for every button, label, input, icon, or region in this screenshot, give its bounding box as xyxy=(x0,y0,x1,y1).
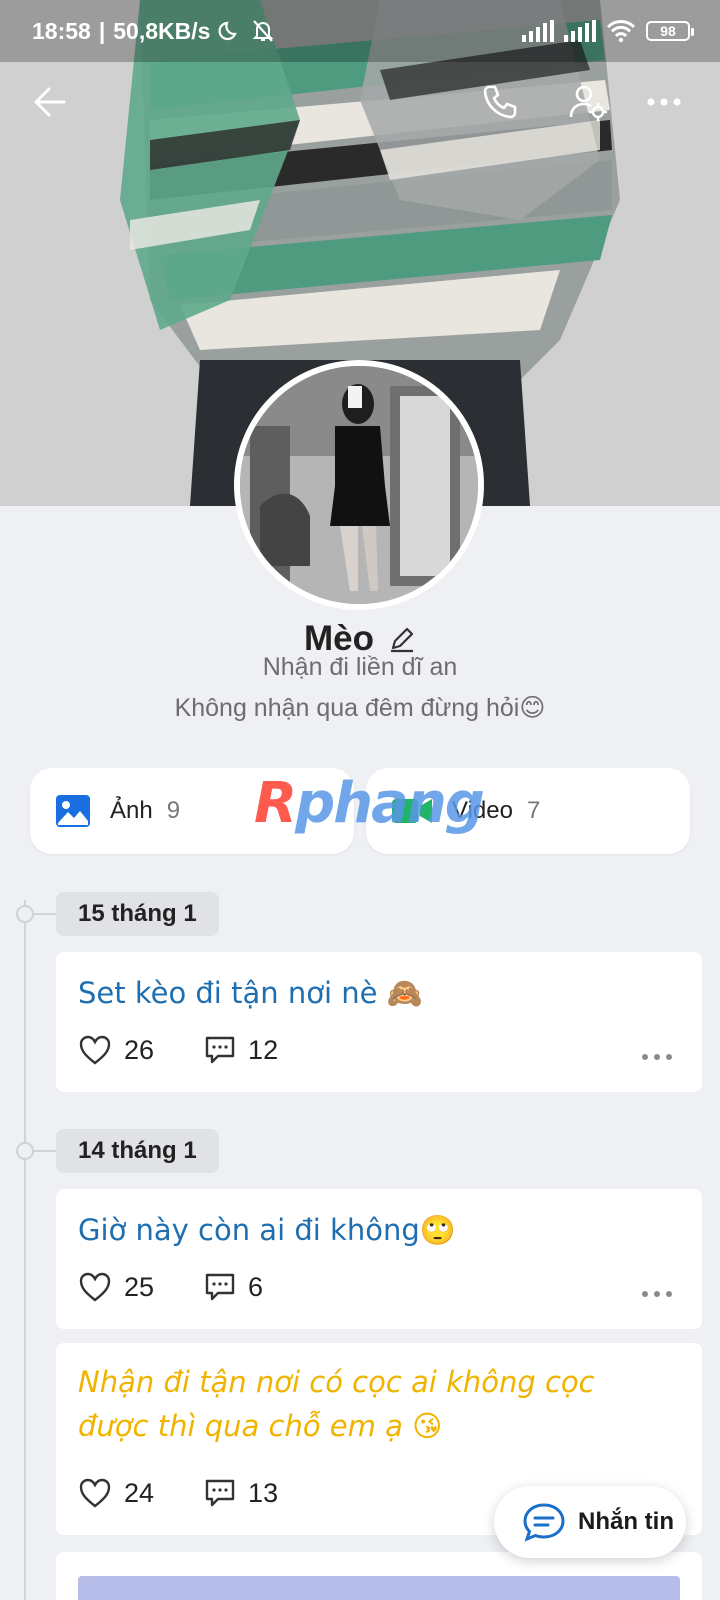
comment-count: 12 xyxy=(248,1034,279,1065)
message-button[interactable]: Nhắn tin xyxy=(494,1486,686,1558)
post-more-button[interactable] xyxy=(642,1054,672,1060)
top-navigation xyxy=(0,74,720,138)
status-time: 18:58 xyxy=(32,17,91,44)
status-bar: 18:58 | 50,8KB/s 98 xyxy=(0,0,720,62)
avatar-image xyxy=(240,366,478,604)
timeline-dot xyxy=(16,905,34,923)
comment-icon xyxy=(205,1479,235,1507)
chat-bubble-icon xyxy=(523,1503,565,1542)
photos-label: Ảnh xyxy=(110,797,153,824)
watermark-logo: R phang xyxy=(254,768,485,838)
heart-icon xyxy=(79,1035,111,1065)
like-count: 24 xyxy=(124,1477,155,1508)
comment-button[interactable]: 12 xyxy=(204,1035,278,1066)
post-card-partial[interactable] xyxy=(56,1552,702,1600)
post-card[interactable]: Set kèo đi tận nơi nè 🙈 26 12 xyxy=(56,952,702,1092)
call-button[interactable] xyxy=(472,74,528,130)
more-options-button[interactable] xyxy=(636,74,692,130)
comment-icon xyxy=(205,1036,235,1064)
timeline-dot xyxy=(16,1142,34,1160)
photos-count: 9 xyxy=(166,797,181,824)
status-divider: | xyxy=(98,17,106,44)
wifi-icon xyxy=(606,20,636,43)
more-dot xyxy=(654,1054,660,1060)
battery-level: 98 xyxy=(660,23,676,39)
like-button[interactable]: 25 xyxy=(78,1271,154,1303)
status-left: 18:58 | 50,8KB/s xyxy=(32,18,276,45)
moon-icon xyxy=(218,21,238,41)
more-dot xyxy=(666,1291,672,1297)
post-actions: 24 13 xyxy=(78,1477,278,1509)
timeline-tick xyxy=(34,1150,56,1152)
date-chip: 14 tháng 1 xyxy=(56,1129,219,1173)
post-image-preview xyxy=(78,1576,680,1600)
like-button[interactable]: 26 xyxy=(78,1034,154,1066)
bio-line-1: Nhận đi liền dĩ an xyxy=(262,653,458,681)
comment-button[interactable]: 6 xyxy=(204,1272,263,1303)
comment-icon xyxy=(205,1273,235,1301)
more-dot xyxy=(642,1291,648,1297)
post-more-button[interactable] xyxy=(642,1291,672,1297)
videos-count: 7 xyxy=(526,797,541,824)
signal-icon-2 xyxy=(564,20,596,42)
arrow-left-icon xyxy=(34,87,66,117)
more-horizontal-icon xyxy=(647,98,681,106)
comment-count: 13 xyxy=(248,1477,279,1508)
image-icon xyxy=(56,795,90,827)
post-actions: 25 6 xyxy=(78,1271,263,1303)
post-text: Set kèo đi tận nơi nè 🙈 xyxy=(78,976,423,1010)
post-text-line-1: Nhận đi tận nơi có cọc ai không cọc xyxy=(78,1365,595,1399)
more-dot xyxy=(666,1054,672,1060)
heart-icon xyxy=(79,1272,111,1302)
phone-icon xyxy=(483,85,517,119)
post-actions: 26 12 xyxy=(78,1034,278,1066)
comment-count: 6 xyxy=(248,1271,264,1302)
status-speed: 50,8KB/s xyxy=(113,17,211,44)
profile-settings-button[interactable] xyxy=(560,74,616,130)
watermark-part-1: R xyxy=(254,770,297,836)
user-settings-icon xyxy=(569,85,607,121)
like-count: 26 xyxy=(124,1034,155,1065)
more-dot xyxy=(654,1291,660,1297)
avatar[interactable] xyxy=(234,360,484,610)
timeline-line xyxy=(24,900,26,1600)
timeline-tick xyxy=(34,913,56,915)
post-text: Giờ này còn ai đi không🙄 xyxy=(78,1213,456,1247)
heart-icon xyxy=(79,1478,111,1508)
like-button[interactable]: 24 xyxy=(78,1477,154,1509)
date-chip: 15 tháng 1 xyxy=(56,892,219,936)
battery-indicator: 98 xyxy=(646,21,694,41)
post-card[interactable]: Giờ này còn ai đi không🙄 25 6 xyxy=(56,1189,702,1329)
edit-pencil-icon[interactable] xyxy=(388,625,416,653)
message-button-label: Nhắn tin xyxy=(578,1508,674,1535)
comment-button[interactable]: 13 xyxy=(204,1478,278,1509)
status-right: 98 xyxy=(522,19,694,43)
watermark-part-2: phang xyxy=(295,770,485,836)
bell-off-icon xyxy=(253,20,274,42)
back-button[interactable] xyxy=(22,74,78,130)
more-dot xyxy=(642,1054,648,1060)
like-count: 25 xyxy=(124,1271,155,1302)
signal-icon xyxy=(522,20,554,42)
bio-line-2: Không nhận qua đêm đừng hỏi😊 xyxy=(174,694,546,722)
post-text-line-2: được thì qua chỗ em ạ 😘 xyxy=(78,1409,443,1443)
